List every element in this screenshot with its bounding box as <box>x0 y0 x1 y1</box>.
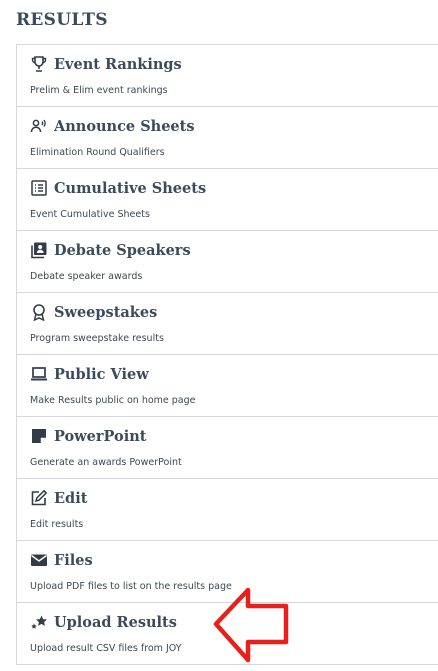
announce-icon <box>30 117 48 135</box>
menu-item-title: Event Rankings <box>54 55 182 73</box>
annotation-arrow <box>213 587 289 663</box>
menu-item-title: Sweepstakes <box>54 303 158 321</box>
menu-item-title: Public View <box>54 365 149 383</box>
menu-item-description: Edit results <box>30 519 84 530</box>
stars-icon <box>30 613 48 631</box>
menu-item-title: Upload Results <box>54 613 177 631</box>
menu-item-description: Debate speaker awards <box>30 271 143 282</box>
menu-item-edit[interactable]: Edit Edit results <box>17 479 438 541</box>
menu-item-title: Edit <box>54 489 88 507</box>
note-icon <box>30 427 48 445</box>
menu-item-sweepstakes[interactable]: Sweepstakes Program sweepstake results <box>17 293 438 355</box>
speaker-icon <box>30 241 48 259</box>
results-menu: Event Rankings Prelim & Elim event ranki… <box>16 44 438 665</box>
menu-item-description: Generate an awards PowerPoint <box>30 457 182 468</box>
menu-item-title: Announce Sheets <box>54 117 195 135</box>
menu-item-description: Upload result CSV files from JOY <box>30 643 182 654</box>
menu-item-title: Files <box>54 551 93 569</box>
edit-icon <box>30 489 48 507</box>
menu-item-cumulative-sheets[interactable]: Cumulative Sheets Event Cumulative Sheet… <box>17 169 438 231</box>
menu-item-powerpoint[interactable]: PowerPoint Generate an awards PowerPoint <box>17 417 438 479</box>
menu-item-public-view[interactable]: Public View Make Results public on home … <box>17 355 438 417</box>
menu-item-description: Elimination Round Qualifiers <box>30 147 165 158</box>
envelope-icon <box>30 551 48 569</box>
menu-item-description: Event Cumulative Sheets <box>30 209 150 220</box>
menu-item-event-rankings[interactable]: Event Rankings Prelim & Elim event ranki… <box>17 45 438 107</box>
section-title: RESULTS <box>16 10 108 30</box>
menu-item-description: Program sweepstake results <box>30 333 164 344</box>
ribbon-icon <box>30 303 48 321</box>
list-icon <box>30 179 48 197</box>
menu-item-title: Debate Speakers <box>54 241 191 259</box>
menu-item-title: PowerPoint <box>54 427 147 445</box>
menu-item-announce-sheets[interactable]: Announce Sheets Elimination Round Qualif… <box>17 107 438 169</box>
menu-item-description: Prelim & Elim event rankings <box>30 85 168 96</box>
trophy-icon <box>30 55 48 73</box>
menu-item-debate-speakers[interactable]: Debate Speakers Debate speaker awards <box>17 231 438 293</box>
menu-item-title: Cumulative Sheets <box>54 179 207 197</box>
laptop-icon <box>30 365 48 383</box>
menu-item-description: Upload PDF files to list on the results … <box>30 581 232 592</box>
menu-item-description: Make Results public on home page <box>30 395 196 406</box>
